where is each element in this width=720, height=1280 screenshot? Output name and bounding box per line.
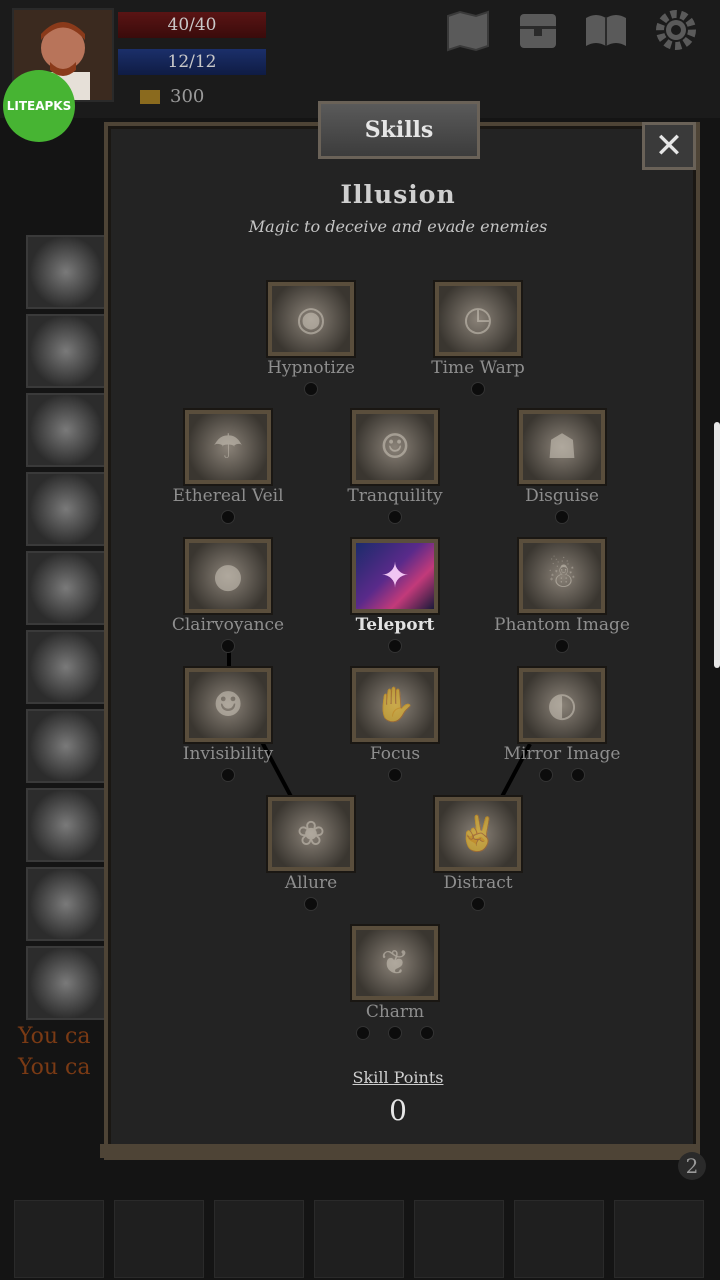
skill-node-teleport[interactable]: ✦: [352, 539, 438, 613]
scrollbar[interactable]: [714, 422, 720, 668]
clock-icon: ◷: [463, 299, 493, 339]
count-badge: 2: [678, 1152, 706, 1180]
skill-node-charm[interactable]: ❦: [352, 926, 438, 1000]
skill-tree-subtitle: Magic to deceive and evade enemies: [248, 217, 548, 236]
skill-points-value: 0: [389, 1094, 407, 1127]
category-icon-2[interactable]: [26, 314, 106, 388]
skill-tree-title: Illusion: [340, 180, 456, 209]
skill-node-allure[interactable]: ❀: [268, 797, 354, 871]
log-line: You ca: [18, 1024, 91, 1049]
skill-rank-dot: [420, 1026, 434, 1040]
skill-rank-dot: [304, 897, 318, 911]
category-icon-10[interactable]: [26, 946, 106, 1020]
health-bar: 40/40: [118, 12, 266, 38]
category-icon-3[interactable]: [26, 393, 106, 467]
skills-tab: Skills: [318, 101, 480, 159]
gold-counter: 300: [140, 86, 204, 107]
mirror-icon: ◐: [547, 685, 577, 725]
skill-node-focus[interactable]: ✋: [352, 668, 438, 742]
hands-icon: ✌: [456, 814, 500, 854]
inventory-slot[interactable]: [114, 1200, 204, 1278]
skill-node-disguise[interactable]: ☗: [519, 410, 605, 484]
skill-node-distract[interactable]: ✌: [435, 797, 521, 871]
skill-rank-dot: [304, 382, 318, 396]
category-icon-6[interactable]: [26, 630, 106, 704]
skill-rank-dot: [471, 897, 485, 911]
gear-icon[interactable]: [652, 8, 700, 52]
skill-rank-dot: [356, 1026, 370, 1040]
mask-icon: ☗: [546, 427, 578, 467]
veil-icon: ☂: [212, 427, 244, 467]
skill-rank-dot: [539, 768, 553, 782]
skill-label: Time Warp: [431, 358, 525, 378]
skill-node-hypnotize[interactable]: ◉: [268, 282, 354, 356]
map-icon[interactable]: [444, 8, 492, 52]
skill-rank-dot: [221, 510, 235, 524]
skill-label: Charm: [365, 1002, 425, 1022]
crystal-ball-icon: ●: [213, 556, 243, 596]
inventory-slot[interactable]: [514, 1200, 604, 1278]
watermark-badge: LITEAPKS: [3, 70, 75, 142]
allure-icon: ❀: [296, 814, 326, 854]
category-icon-1[interactable]: [26, 235, 106, 309]
skill-node-ethereal-veil[interactable]: ☂: [185, 410, 271, 484]
teleport-icon: ✦: [380, 556, 410, 596]
inventory-slot[interactable]: [614, 1200, 704, 1278]
gold-coin-icon: [140, 90, 160, 104]
chest-icon[interactable]: [514, 8, 562, 52]
charm-hand-icon: ❦: [380, 943, 410, 983]
calm-face-icon: ☺: [379, 427, 411, 467]
category-icon-5[interactable]: [26, 551, 106, 625]
mana-bar: 12/12: [118, 49, 266, 75]
skill-rank-dot: [221, 768, 235, 782]
skill-node-clairvoyance[interactable]: ●: [185, 539, 271, 613]
skill-rank-dot: [388, 1026, 402, 1040]
inventory-slot[interactable]: [214, 1200, 304, 1278]
close-button[interactable]: ✕: [642, 122, 696, 170]
category-icon-8[interactable]: [26, 788, 106, 862]
panel-bottom-rail: [100, 1144, 696, 1158]
category-icon-4[interactable]: [26, 472, 106, 546]
skill-points-label: Skill Points: [352, 1068, 444, 1087]
skill-node-invisibility[interactable]: ☻: [185, 668, 271, 742]
skill-rank-dot: [388, 639, 402, 653]
inventory-slot[interactable]: [14, 1200, 104, 1278]
skill-node-phantom-image[interactable]: ☃: [519, 539, 605, 613]
eye-spiral-icon: ◉: [296, 299, 326, 339]
skill-rank-dot: [388, 768, 402, 782]
skill-rank-dot: [221, 639, 235, 653]
category-icon-9[interactable]: [26, 867, 106, 941]
skill-label: Phantom Image: [494, 615, 630, 635]
fading-face-icon: ☻: [212, 685, 244, 725]
skill-label: Distract: [443, 873, 513, 893]
hand-focus-icon: ✋: [373, 685, 417, 725]
skill-label: Mirror Image: [503, 744, 621, 764]
ghost-icon: ☃: [546, 556, 578, 596]
skill-label: Disguise: [525, 486, 599, 506]
gold-amount: 300: [170, 86, 205, 107]
inventory-slot[interactable]: [414, 1200, 504, 1278]
book-icon[interactable]: [582, 8, 630, 52]
skill-node-time-warp[interactable]: ◷: [435, 282, 521, 356]
log-line: You ca: [18, 1055, 91, 1080]
inventory-slot[interactable]: [314, 1200, 404, 1278]
skill-rank-dot: [471, 382, 485, 396]
skill-rank-dot: [571, 768, 585, 782]
skill-node-mirror-image[interactable]: ◐: [519, 668, 605, 742]
skill-rank-dot: [388, 510, 402, 524]
skill-rank-dot: [555, 510, 569, 524]
skill-node-tranquility[interactable]: ☺: [352, 410, 438, 484]
category-icon-7[interactable]: [26, 709, 106, 783]
skill-rank-dot: [555, 639, 569, 653]
